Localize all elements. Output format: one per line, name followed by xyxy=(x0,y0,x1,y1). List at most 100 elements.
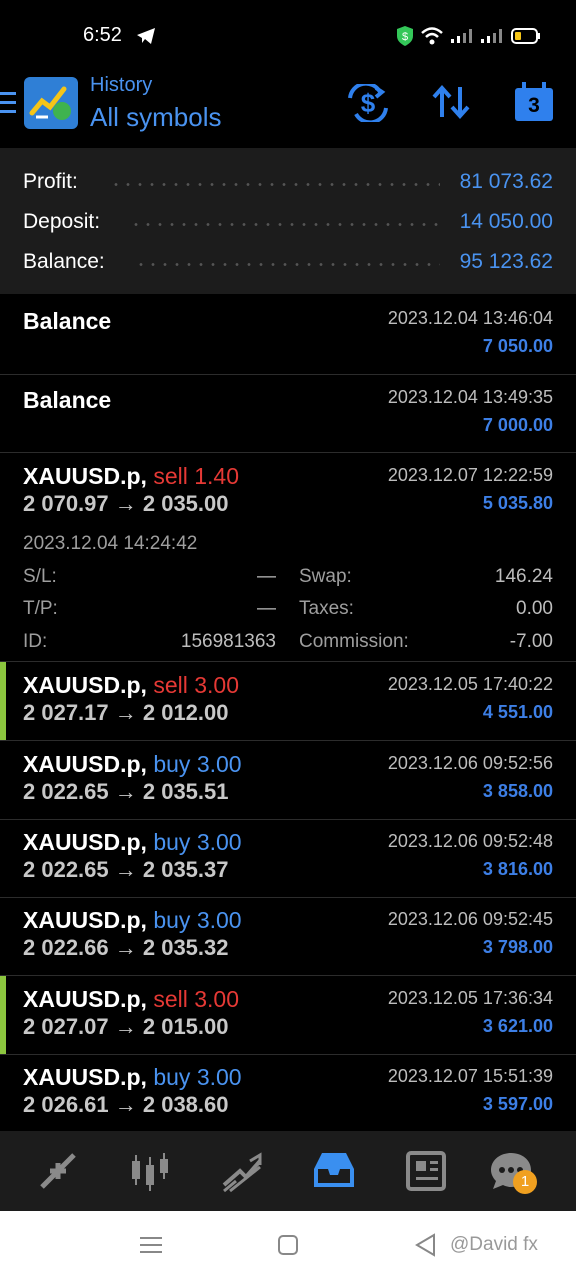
deal-row[interactable]: XAUUSD.p, sell 3.00 2 027.07 → 2 015.00 20… xyxy=(0,976,576,1055)
deal-profit: 3 798.00 xyxy=(482,937,553,957)
trade-icon[interactable] xyxy=(220,1149,264,1193)
operation-time: 2023.12.04 13:46:04 xyxy=(387,308,553,328)
sl-value: — xyxy=(257,566,276,587)
deal-side: sell xyxy=(153,986,188,1012)
telegram-icon xyxy=(137,28,155,44)
signal-icon xyxy=(481,29,502,43)
deal-profit: 3 858.00 xyxy=(482,781,553,801)
deal-symbol: XAUUSD.p, xyxy=(23,672,147,698)
shield-icon: $ xyxy=(397,26,413,46)
deal-title: XAUUSD.p, buy 3.00 xyxy=(23,829,242,856)
deal-symbol: XAUUSD.p, xyxy=(23,829,147,855)
deal-prices: 2 022.65 → 2 035.51 xyxy=(23,779,229,804)
summary-value: 95 123.62 xyxy=(459,250,553,273)
sl-label: S/L: xyxy=(23,566,57,587)
summary-value: 14 050.00 xyxy=(459,210,553,233)
deal-row[interactable]: XAUUSD.p, buy 3.00 2 022.65 → 2 035.37 202… xyxy=(0,819,576,898)
open-position-marker xyxy=(0,976,6,1054)
deal-side: sell xyxy=(153,672,188,698)
id-value: 156981363 xyxy=(180,631,276,652)
svg-text:$: $ xyxy=(402,31,408,43)
swap-value: 146.24 xyxy=(494,566,553,587)
taxes-value: 0.00 xyxy=(516,598,553,619)
deal-row[interactable]: XAUUSD.p, sell 3.00 2 027.17 → 2 012.00 20… xyxy=(0,662,576,741)
wifi-icon xyxy=(421,27,443,45)
news-icon[interactable] xyxy=(404,1149,448,1193)
balance-operation[interactable]: Balance 2023.12.04 13:49:35 7 000.00 xyxy=(0,375,576,453)
deal-volume: 3.00 xyxy=(194,672,240,698)
summary-label: Deposit: xyxy=(23,210,101,233)
deal-side: buy xyxy=(153,829,191,855)
deal-symbol: XAUUSD.p, xyxy=(23,907,147,933)
deal-symbol: XAUUSD.p, xyxy=(23,1064,147,1090)
summary-deposit-row: Deposit: 14 050.00 xyxy=(0,204,576,244)
deal-volume: 1.40 xyxy=(194,463,240,489)
deal-title: XAUUSD.p, sell 1.40 xyxy=(23,463,239,490)
deal-row[interactable]: XAUUSD.p, buy 3.00 2 022.66 → 2 035.32 202… xyxy=(0,897,576,976)
deal-volume: 3.00 xyxy=(196,751,242,777)
deal-symbol: XAUUSD.p, xyxy=(23,751,147,777)
signal-icon xyxy=(451,29,472,43)
sort-icon[interactable] xyxy=(432,85,470,119)
deal-profit: 4 551.00 xyxy=(482,702,553,722)
deal-prices: 2 022.65 → 2 035.37 xyxy=(23,857,229,882)
svg-text:$: $ xyxy=(361,88,376,118)
deal-profit: 3 816.00 xyxy=(482,859,553,879)
operation-title: Balance xyxy=(23,308,112,334)
deal-title: XAUUSD.p, buy 3.00 xyxy=(23,1064,242,1091)
commission-label: Commission: xyxy=(299,631,409,652)
status-time: 6:52 xyxy=(83,24,122,46)
deal-row[interactable]: XAUUSD.p, buy 3.00 2 026.61 → 2 038.60 202… xyxy=(0,1054,576,1132)
history-icon[interactable] xyxy=(312,1149,356,1193)
open-position-marker xyxy=(0,662,6,740)
quotes-icon[interactable] xyxy=(36,1149,80,1193)
deal-profit: 3 621.00 xyxy=(482,1016,553,1036)
bottom-navigation xyxy=(0,1131,576,1211)
deal-prices: 2 027.07 → 2 015.00 xyxy=(23,1014,229,1039)
deal-close-time: 2023.12.05 17:36:34 xyxy=(387,988,553,1008)
deal-side: buy xyxy=(153,1064,191,1090)
dotted-leader xyxy=(130,223,440,226)
back-icon[interactable] xyxy=(414,1233,436,1257)
deal-prices: 2 026.61 → 2 038.60 xyxy=(23,1092,229,1117)
deal-prices: 2 027.17 → 2 012.00 xyxy=(23,700,229,725)
calendar-button[interactable]: 3 xyxy=(514,82,554,122)
battery-icon xyxy=(511,28,540,44)
summary-balance-row: Balance: 95 123.62 xyxy=(0,244,576,284)
summary-value: 81 073.62 xyxy=(459,170,553,193)
summary-profit-row: Profit: 81 073.62 xyxy=(0,164,576,204)
deal-profit: 5 035.80 xyxy=(482,493,553,513)
menu-icon[interactable] xyxy=(0,90,16,116)
app-logo-icon xyxy=(24,77,78,129)
operation-time: 2023.12.04 13:49:35 xyxy=(387,387,553,407)
symbol-filter[interactable]: All symbols xyxy=(90,102,221,133)
deal-open-time: 2023.12.04 14:24:42 xyxy=(23,533,198,554)
deal-profit: 3 597.00 xyxy=(482,1094,553,1114)
swap-label: Swap: xyxy=(299,566,352,587)
deal-side: sell xyxy=(153,463,188,489)
deal-close-time: 2023.12.06 09:52:48 xyxy=(387,831,553,851)
chart-icon[interactable] xyxy=(128,1149,172,1193)
header-title: History xyxy=(90,74,153,96)
deal-title: XAUUSD.p, buy 3.00 xyxy=(23,751,242,778)
home-icon[interactable] xyxy=(277,1234,299,1256)
deal-volume: 3.00 xyxy=(196,829,242,855)
operation-amount: 7 050.00 xyxy=(482,336,553,356)
deal-symbol: XAUUSD.p, xyxy=(23,986,147,1012)
deal-row-expanded[interactable]: XAUUSD.p, sell 1.40 2 070.97 → 2 035.00 … xyxy=(0,453,576,662)
deposit-filter-icon[interactable]: $ xyxy=(346,84,390,122)
calendar-day: 3 xyxy=(528,94,540,117)
dotted-leader xyxy=(110,183,440,186)
tp-label: T/P: xyxy=(23,598,58,619)
app-header xyxy=(0,70,576,148)
id-label: ID: xyxy=(23,631,48,652)
deal-prices: 2 022.66 → 2 035.32 xyxy=(23,935,229,960)
deal-side: buy xyxy=(153,907,191,933)
deal-row[interactable]: XAUUSD.p, buy 3.00 2 022.65 → 2 035.51 202… xyxy=(0,741,576,820)
deal-volume: 3.00 xyxy=(196,907,242,933)
deal-symbol: XAUUSD.p, xyxy=(23,463,147,489)
deal-volume: 3.00 xyxy=(196,1064,242,1090)
recent-apps-icon[interactable] xyxy=(140,1235,162,1255)
status-bar: 6:52 $ xyxy=(0,0,576,70)
balance-operation[interactable]: Balance 2023.12.04 13:46:04 7 050.00 xyxy=(0,296,576,375)
